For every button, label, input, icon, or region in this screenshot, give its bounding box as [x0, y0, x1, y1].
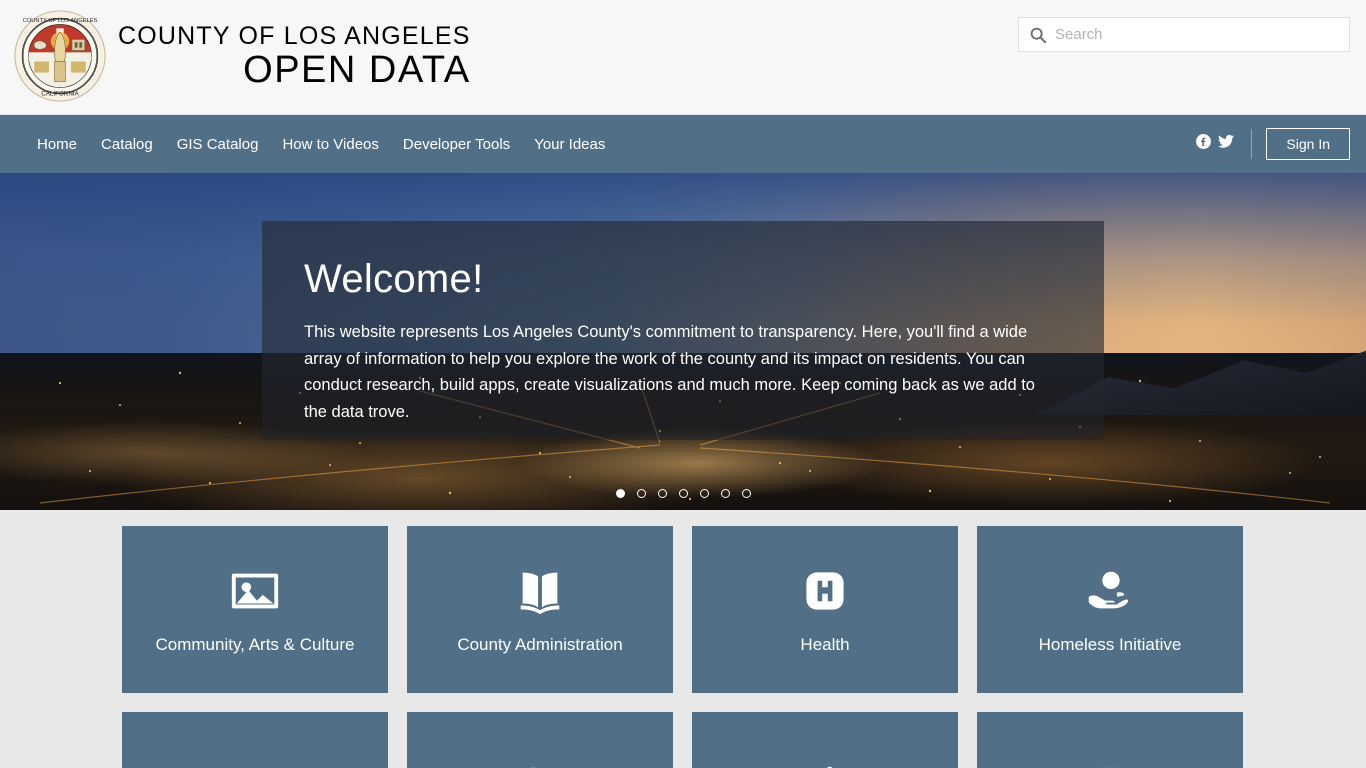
twitter-link[interactable] [1212, 133, 1235, 155]
image-icon [228, 563, 282, 619]
nav-item-home[interactable]: Home [25, 136, 89, 153]
hero-description: This website represents Los Angeles Coun… [304, 323, 1035, 422]
nav-item-your-ideas[interactable]: Your Ideas [522, 136, 617, 153]
search-box[interactable] [1018, 17, 1350, 52]
sign-in-button[interactable]: Sign In [1266, 128, 1350, 160]
category-tile-community-arts-culture[interactable]: Community, Arts & Culture [122, 526, 388, 693]
hero-title: Welcome! [304, 257, 484, 301]
category-tile-row2-1[interactable] [122, 712, 388, 768]
nav-right-group: Sign In [1189, 115, 1350, 173]
category-tile-homeless-initiative[interactable]: Homeless Initiative [977, 526, 1243, 693]
wordmark-line-1: COUNTY OF LOS ANGELES [118, 21, 471, 50]
carousel-dot-5[interactable] [699, 489, 709, 498]
twitter-icon [1218, 134, 1235, 148]
svg-text:CALIFORNIA: CALIFORNIA [41, 91, 79, 98]
category-tile-label: Community, Arts & Culture [155, 635, 355, 655]
carousel-dot-6[interactable] [720, 489, 730, 498]
category-tile-health[interactable]: Health [692, 526, 958, 693]
carousel-dot-1[interactable] [615, 489, 625, 498]
category-tile-row2-4[interactable] [977, 712, 1243, 768]
nav-item-how-to-videos[interactable]: How to Videos [270, 136, 390, 153]
county-seal-icon: COUNTY OF LOS ANGELES CALIFORNIA [14, 10, 106, 102]
category-tiles-section: Community, Arts & Culture County Adminis… [0, 510, 1366, 768]
carousel-dot-4[interactable] [678, 489, 688, 498]
paw-icon [798, 760, 852, 768]
carousel-dot-2[interactable] [636, 489, 646, 498]
site-wordmark: COUNTY OF LOS ANGELES OPEN DATA [118, 21, 471, 91]
book-icon [513, 563, 567, 619]
category-tiles-grid: Community, Arts & Culture County Adminis… [122, 526, 1244, 768]
nav-item-gis-catalog[interactable]: GIS Catalog [165, 136, 271, 153]
wordmark-line-2: OPEN DATA [243, 48, 471, 91]
globe-icon [1083, 760, 1137, 768]
nav-link-list: Home Catalog GIS Catalog How to Videos D… [0, 136, 617, 153]
search-input[interactable] [1055, 26, 1349, 43]
bag-icon [228, 760, 282, 768]
brand-logo[interactable]: COUNTY OF LOS ANGELES CALIFORNIA COUNTY … [14, 10, 471, 102]
hand-person-icon [1083, 563, 1137, 619]
facebook-link[interactable] [1189, 133, 1212, 155]
hero-carousel: Welcome! This website represents Los Ang… [0, 173, 1366, 510]
category-tile-label: Health [800, 635, 850, 655]
category-tile-county-administration[interactable]: County Administration [407, 526, 673, 693]
hero-text-panel: Welcome! This website represents Los Ang… [262, 221, 1104, 440]
search-icon [1029, 26, 1047, 44]
category-tile-row2-2[interactable] [407, 712, 673, 768]
category-tile-row2-3[interactable] [692, 712, 958, 768]
category-tile-label: Homeless Initiative [1038, 635, 1182, 655]
nav-divider [1251, 129, 1253, 159]
hospital-icon [799, 563, 851, 619]
svg-text:COUNTY OF LOS ANGELES: COUNTY OF LOS ANGELES [23, 18, 98, 24]
facebook-icon [1196, 134, 1212, 149]
category-tile-label: County Administration [457, 635, 623, 655]
site-header: COUNTY OF LOS ANGELES CALIFORNIA COUNTY … [0, 0, 1366, 115]
nav-item-developer-tools[interactable]: Developer Tools [391, 136, 522, 153]
nav-item-catalog[interactable]: Catalog [89, 136, 165, 153]
carousel-dots [0, 489, 1366, 498]
carousel-dot-3[interactable] [657, 489, 667, 498]
people-icon [513, 760, 567, 768]
carousel-dot-7[interactable] [741, 489, 751, 498]
main-navigation: Home Catalog GIS Catalog How to Videos D… [0, 115, 1366, 173]
